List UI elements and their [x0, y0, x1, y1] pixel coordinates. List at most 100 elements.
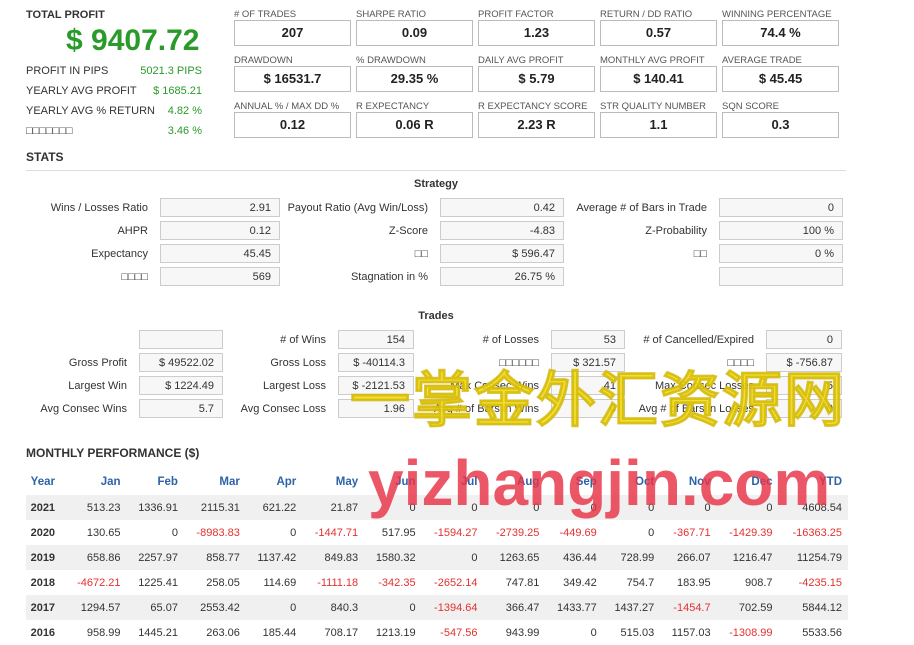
monthly-value-cell: -367.71: [673, 526, 711, 539]
trades-label: # of Wins: [280, 334, 326, 346]
metric-label: DRAWDOWN: [234, 55, 293, 66]
monthly-year-cell: 2016: [30, 626, 56, 639]
monthly-value-cell: 858.77: [183, 545, 246, 570]
monthly-header-cell[interactable]: Feb: [127, 468, 184, 495]
trades-label: Largest Win: [68, 380, 127, 392]
monthly-value-cell: 21.87: [302, 495, 365, 520]
monthly-value-cell: 366.47: [483, 595, 546, 620]
watermark-text: 一掌金外汇资源网: [350, 367, 846, 435]
strategy-value: 0: [719, 198, 843, 217]
monthly-header-cell[interactable]: Jan: [65, 468, 127, 495]
strategy-value: 26.75 %: [440, 267, 564, 286]
metric-value: 207: [234, 20, 351, 46]
strategy-value: 0 %: [719, 244, 843, 263]
monthly-value-cell: -1429.39: [729, 526, 773, 539]
summary-row-value: $ 1685.21: [153, 85, 202, 97]
total-profit-label: TOTAL PROFIT: [26, 9, 105, 21]
metric-label: SHARPE RATIO: [356, 9, 427, 20]
trades-label: # of Losses: [482, 334, 539, 346]
monthly-row: 2016 958.99 1445.21 263.06 185.44 708.17 1213.…: [26, 620, 848, 645]
strategy-label: Z-Probability: [645, 225, 707, 237]
trades-label: Gross Loss: [270, 357, 326, 369]
monthly-value-cell: -547.56: [440, 626, 478, 639]
monthly-year-cell: 2021: [26, 495, 65, 520]
monthly-header-cell[interactable]: Mar: [184, 468, 246, 495]
monthly-value-cell: 0: [290, 526, 297, 539]
metric-label: DAILY AVG PROFIT: [478, 55, 564, 66]
metric-label: PROFIT FACTOR: [478, 9, 554, 20]
monthly-value-cell: -1447.71: [314, 526, 359, 539]
metric-value: 0.06 R: [356, 112, 473, 138]
monthly-value-cell: 5533.56: [802, 626, 842, 639]
metric-value: $ 16531.7: [234, 66, 351, 92]
monthly-header-cell[interactable]: Year: [26, 468, 65, 495]
metric-label: SQN SCORE: [722, 101, 780, 112]
monthly-value-cell: 0: [364, 595, 422, 620]
metric-value: 0.12: [234, 112, 351, 138]
monthly-value-cell: 2115.31: [183, 495, 246, 520]
summary-row-value: 5021.3 PIPS: [140, 65, 202, 77]
monthly-value-cell: -449.69: [559, 526, 597, 539]
monthly-value-cell: -8983.83: [196, 526, 240, 539]
monthly-value-cell: 840.3: [302, 595, 365, 620]
monthly-value-cell: 2257.97: [126, 545, 184, 570]
strategy-label: □□□□: [121, 271, 148, 283]
monthly-value-cell: 1437.27: [602, 595, 661, 620]
monthly-header-cell[interactable]: Apr: [246, 468, 302, 495]
trades-value: 0: [766, 330, 842, 349]
metric-label: AVERAGE TRADE: [722, 55, 802, 66]
monthly-value-cell: -4672.21: [77, 576, 121, 589]
divider: [26, 170, 846, 171]
monthly-value-cell: 517.95: [381, 526, 416, 539]
monthly-value-cell: 1294.57: [64, 595, 127, 620]
strategy-label: □□: [414, 248, 428, 260]
metric-label: ANNUAL % / MAX DD %: [234, 101, 340, 112]
monthly-value-cell: 1157.03: [671, 626, 711, 639]
monthly-value-cell: 943.99: [505, 626, 540, 639]
monthly-value-cell: 728.99: [602, 545, 661, 570]
monthly-value-cell: -2652.14: [434, 576, 478, 589]
monthly-year-cell: 2018: [30, 576, 56, 589]
monthly-value-cell: 1433.77: [545, 595, 603, 620]
monthly-value-cell: 436.44: [545, 545, 603, 570]
monthly-value-cell: 958.99: [86, 626, 121, 639]
stats-title: STATS: [26, 150, 64, 164]
strategy-label: Z-Score: [388, 225, 428, 237]
trades-label: Avg Consec Wins: [40, 403, 127, 415]
trades-label: # of Cancelled/Expired: [643, 334, 754, 346]
monthly-year-cell: 2020: [30, 526, 56, 539]
trades-label: Avg Consec Loss: [240, 403, 326, 415]
monthly-value-cell: -4235.15: [798, 576, 842, 589]
monthly-value-cell: 1137.42: [245, 545, 303, 570]
monthly-value-cell: 0: [421, 545, 484, 570]
monthly-value-cell: 708.17: [324, 626, 359, 639]
monthly-value-cell: 263.06: [206, 626, 240, 639]
monthly-row: 2019 658.86 2257.97 858.77 1137.42 849.83 1580…: [26, 545, 848, 570]
monthly-value-cell: 183.95: [676, 576, 711, 589]
strategy-label: Expectancy: [91, 248, 148, 260]
monthly-value-cell: 1336.91: [126, 495, 184, 520]
summary-row: □□□□□□□ 3.46 %: [26, 125, 202, 137]
monthly-value-cell: 1263.65: [483, 545, 546, 570]
monthly-value-cell: 621.22: [245, 495, 303, 520]
monthly-value-cell: -1394.64: [421, 595, 484, 620]
monthly-value-cell: 849.83: [302, 545, 365, 570]
summary-row: PROFIT IN PIPS 5021.3 PIPS: [26, 65, 202, 77]
strategy-label: Wins / Losses Ratio: [50, 202, 148, 214]
trades-label: Gross Profit: [68, 357, 127, 369]
metric-value: 0.09: [356, 20, 473, 46]
strategy-value: [719, 267, 843, 286]
watermark-url: yizhangjin.com: [368, 447, 831, 519]
metric-value: 0.3: [722, 112, 839, 138]
metric-label: STR QUALITY NUMBER: [600, 101, 706, 112]
monthly-header-cell[interactable]: May: [302, 468, 364, 495]
monthly-value-cell: 11254.79: [778, 545, 848, 570]
monthly-value-cell: 1580.32: [364, 545, 422, 570]
monthly-value-cell: 0: [590, 626, 597, 639]
monthly-value-cell: 658.86: [64, 545, 127, 570]
metric-value: $ 5.79: [478, 66, 595, 92]
monthly-title: MONTHLY PERFORMANCE ($): [26, 446, 200, 460]
metric-value: 1.23: [478, 20, 595, 46]
trades-label: Largest Loss: [263, 380, 326, 392]
monthly-value-cell: 1216.47: [716, 545, 779, 570]
